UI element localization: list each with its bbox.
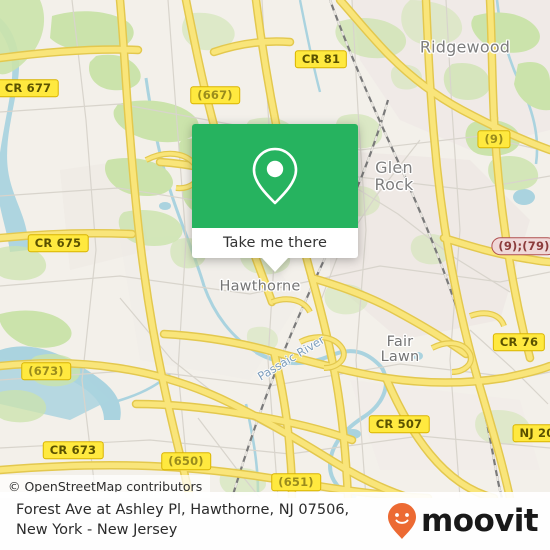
moovit-logo[interactable]: moovit [387,502,539,540]
caption-bar: Forest Ave at Ashley Pl, Hawthorne, NJ 0… [0,492,550,550]
road-shield-rt-673: (673) [21,362,71,380]
map-label-glen-rock: Glen Rock [374,158,414,194]
map-label-ridgewood: Ridgewood [419,37,511,57]
moovit-pin-icon [388,503,417,539]
popup-action-row[interactable]: Take me there [192,228,358,258]
road-shield-cr-673: CR 673 [42,441,104,459]
popup-pointer-tail [262,258,288,272]
road-shield-rt-651: (651) [271,473,321,491]
map-label-fair-lawn: Fair Lawn [380,333,420,365]
road-shield-cr-81: CR 81 [294,50,348,68]
take-me-there-label: Take me there [222,235,328,251]
road-shield-rt-650: (650) [161,452,211,470]
road-shield-cr-507: CR 507 [368,415,430,433]
road-shield-cr-76: CR 76 [492,333,546,351]
map-pin-icon [252,147,298,205]
map-label-hawthorne: Hawthorne [219,278,301,295]
road-shield-rt-667: (667) [190,86,240,104]
road-shield-nj-20: NJ 20 [512,424,550,442]
location-title: Forest Ave at Ashley Pl, Hawthorne, NJ 0… [16,502,350,538]
location-popup-card[interactable]: Take me there [192,124,358,272]
road-shield-rt-9-79: (9);(79) [491,237,550,255]
screenshot-root: Ridgewood Glen Rock Hawthorne Fair Lawn Passa… [0,0,550,550]
moovit-wordmark: moovit [421,502,539,539]
road-shield-cr-677: CR 677 [0,79,59,97]
road-shield-rt-9: (9) [477,130,511,148]
road-shield-cr-675: CR 675 [27,234,89,252]
popup-header [192,124,358,228]
